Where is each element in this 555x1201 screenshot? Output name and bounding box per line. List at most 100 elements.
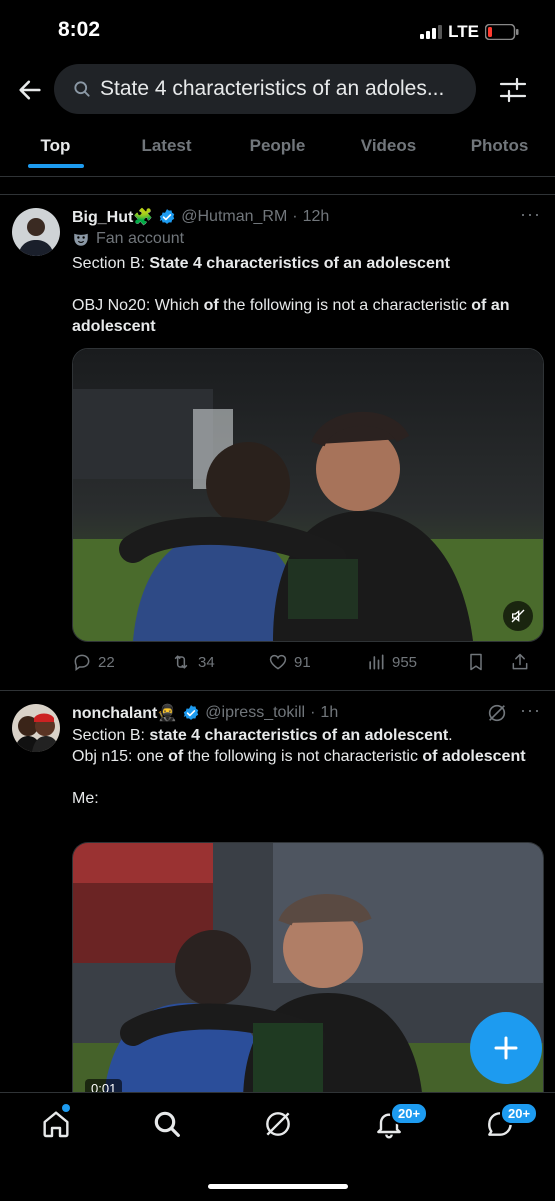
verified-badge-icon <box>160 209 175 224</box>
display-name[interactable]: nonchalant🥷 <box>72 703 177 723</box>
reply-icon <box>74 654 90 671</box>
grok-icon <box>488 704 506 722</box>
nav-grok[interactable] <box>262 1108 294 1140</box>
handle[interactable]: @ipress_tokill <box>205 704 305 722</box>
more-options-button[interactable]: ··· <box>520 204 541 225</box>
arrow-left-icon <box>19 80 41 100</box>
highlighted-text: State 4 characteristics of an adolescent <box>149 255 450 272</box>
grok-icon <box>266 1112 290 1136</box>
search-input[interactable]: State 4 characteristics of an adoles... <box>54 64 476 114</box>
video-frame <box>73 843 543 1103</box>
tweet-header: nonchalant🥷 @ipress_tokill · 1h <box>72 703 338 723</box>
tab-label: People <box>249 136 306 155</box>
highlighted-text: of <box>168 748 184 765</box>
messages-badge: 20+ <box>500 1102 539 1125</box>
separator-dot: · <box>292 208 298 225</box>
home-icon <box>43 1111 69 1138</box>
unread-dot <box>62 1104 70 1112</box>
home-indicator[interactable] <box>208 1184 348 1189</box>
previous-post-edge <box>0 177 555 195</box>
tab-label: Latest <box>141 136 192 155</box>
account-label: Fan account <box>72 230 184 248</box>
mask-icon <box>74 233 88 246</box>
tweet-line: Me: <box>72 788 542 809</box>
profile-photo <box>12 704 60 752</box>
share-icon <box>512 653 528 670</box>
search-icon <box>74 81 90 97</box>
bookmark-icon <box>470 653 482 671</box>
text-segment: OBJ No20: Which <box>72 297 204 314</box>
analytics-icon <box>369 654 384 670</box>
tab-label: Top <box>40 136 71 155</box>
tab-label: Photos <box>470 136 529 155</box>
verified-badge-icon <box>184 705 199 720</box>
tweet-text: Section B: state 4 characteristics of an… <box>72 725 542 809</box>
like-button[interactable]: 91 <box>268 652 366 672</box>
plus-icon <box>494 1036 518 1060</box>
mute-button[interactable] <box>503 601 533 631</box>
grok-button[interactable] <box>486 702 508 724</box>
retweet-icon <box>174 655 188 669</box>
timestamp: 12h <box>302 208 330 225</box>
view-count: 955 <box>392 653 418 671</box>
tweet-line: Section B: State 4 characteristics of an… <box>72 253 542 274</box>
timestamp: 1h <box>320 704 339 721</box>
display-name[interactable]: Big_Hut🧩 <box>72 207 153 227</box>
battery-icon <box>485 24 519 40</box>
more-options-button[interactable]: ··· <box>520 700 541 721</box>
network-label: LTE <box>448 22 479 41</box>
tab-latest[interactable]: Latest <box>111 128 222 176</box>
like-count: 91 <box>294 653 311 671</box>
text-segment: . <box>448 727 453 744</box>
tab-videos[interactable]: Videos <box>333 128 444 176</box>
share-button[interactable] <box>510 652 530 672</box>
nav-search[interactable] <box>151 1108 183 1140</box>
notifications-badge: 20+ <box>390 1102 429 1125</box>
text-segment: the following is not characteristic <box>183 748 423 765</box>
video-player[interactable] <box>72 348 544 642</box>
highlighted-text: of adolescent <box>422 748 526 765</box>
tweet-header: Big_Hut🧩 @Hutman_RM · 12h <box>72 207 329 227</box>
handle[interactable]: @Hutman_RM <box>181 208 287 226</box>
separator-dot: · <box>310 704 316 721</box>
tweet-text: Section B: State 4 characteristics of an… <box>72 253 542 337</box>
reply-count: 22 <box>98 653 115 671</box>
tab-top[interactable]: Top <box>0 128 111 176</box>
status-time: 8:02 <box>58 18 101 41</box>
text-segment: Section B: <box>72 727 150 744</box>
tweet-line: OBJ No20: Which of the following is not … <box>72 295 542 337</box>
highlighted-text: state 4 characteristics of an adolescent <box>149 727 449 744</box>
search-query: State 4 characteristics of an adoles... <box>100 77 445 100</box>
text-segment: the following is not a characteristic <box>218 297 472 314</box>
search-icon <box>154 1111 180 1137</box>
bookmark-button[interactable] <box>466 652 510 672</box>
active-tab-indicator <box>27 164 84 168</box>
tab-photos[interactable]: Photos <box>444 128 555 176</box>
avatar[interactable] <box>12 208 60 256</box>
account-label-text: Fan account <box>96 230 185 247</box>
video-frame <box>73 349 543 641</box>
search-settings-button[interactable] <box>498 76 528 104</box>
tab-people[interactable]: People <box>222 128 333 176</box>
nav-home[interactable] <box>40 1104 72 1140</box>
highlighted-text: of <box>203 297 219 314</box>
heart-icon <box>269 654 287 670</box>
muted-speaker-icon <box>511 609 525 623</box>
profile-photo <box>12 208 60 256</box>
views-button[interactable]: 955 <box>366 652 466 672</box>
tab-label: Videos <box>360 136 417 155</box>
text-segment: Me: <box>72 790 99 807</box>
avatar[interactable] <box>12 704 60 752</box>
tweet-actions: 22 34 91 955 <box>72 652 542 672</box>
retweet-button[interactable]: 34 <box>170 652 268 672</box>
back-button[interactable] <box>16 76 48 104</box>
compose-button[interactable] <box>470 1012 542 1084</box>
reply-button[interactable]: 22 <box>72 652 170 672</box>
sliders-icon <box>499 77 527 103</box>
text-segment: Section B: <box>72 255 150 272</box>
tweet-line: Section B: state 4 characteristics of an… <box>72 725 542 746</box>
post-divider <box>0 690 555 691</box>
status-indicators: LTE <box>420 22 519 42</box>
